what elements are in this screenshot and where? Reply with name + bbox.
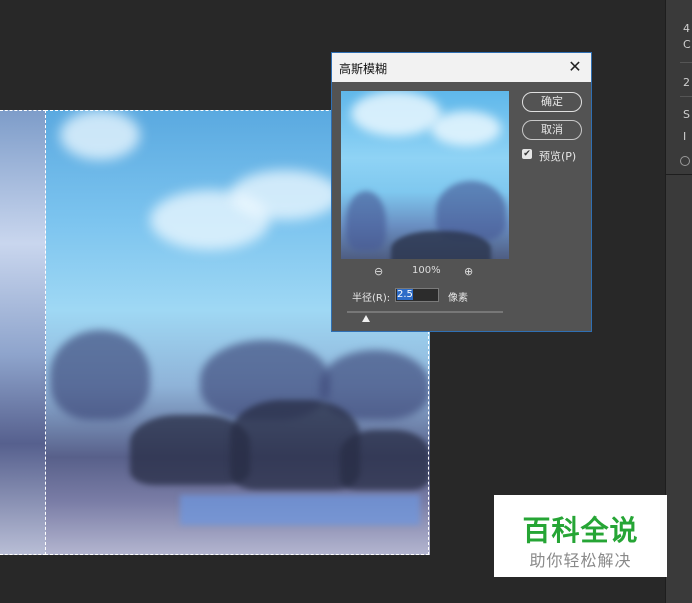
tree-shape xyxy=(346,191,386,251)
radius-unit: 像素 xyxy=(448,293,468,304)
panel-glyph: 2 xyxy=(683,76,690,89)
radio-icon[interactable] xyxy=(680,156,690,166)
gaussian-blur-dialog: 高斯模糊 ✕ 确定 取消 ✔ 预览(P) ⊖ 100% ⊕ 半径(R): 2.5… xyxy=(331,52,592,332)
zoom-in-icon[interactable]: ⊕ xyxy=(464,265,473,278)
dialog-titlebar[interactable]: 高斯模糊 ✕ xyxy=(332,53,591,82)
zoom-controls: ⊖ 100% ⊕ xyxy=(372,265,482,279)
right-panel-strip: 4 C 2 S I xyxy=(665,0,692,603)
preview-checkbox[interactable]: ✔ xyxy=(522,149,532,159)
panel-glyph: 4 xyxy=(683,22,690,35)
radius-label: 半径(R): xyxy=(352,293,391,304)
marquee-edge xyxy=(0,554,46,555)
blur-preview-image[interactable] xyxy=(341,91,509,259)
dialog-title: 高斯模糊 xyxy=(339,62,388,76)
watermark-subtitle: 助你轻松解决 xyxy=(529,551,632,570)
watermark-title: 百科全说 xyxy=(522,514,639,547)
left-tree-region xyxy=(0,110,46,555)
close-icon[interactable]: ✕ xyxy=(565,57,585,77)
zoom-value: 100% xyxy=(412,265,441,276)
ok-button[interactable]: 确定 xyxy=(522,92,582,112)
radius-value: 2.5 xyxy=(397,289,413,300)
panel-divider xyxy=(666,174,692,175)
panel-glyph: S xyxy=(683,108,690,121)
radius-slider-track[interactable] xyxy=(347,311,503,313)
radius-input[interactable]: 2.5 xyxy=(395,288,439,302)
cloud-shape xyxy=(431,111,501,146)
panel-separator xyxy=(680,96,692,97)
preview-checkbox-label: 预览(P) xyxy=(539,150,577,163)
rock-shape xyxy=(391,231,491,259)
radius-slider-thumb[interactable] xyxy=(362,315,370,322)
panel-glyph: C xyxy=(683,38,691,51)
marquee-edge xyxy=(0,110,46,111)
panel-separator xyxy=(680,62,692,63)
panel-glyph: I xyxy=(683,130,687,143)
cancel-button[interactable]: 取消 xyxy=(522,120,582,140)
cloud-shape xyxy=(351,91,441,136)
watermark-logo: 百科全说 助你轻松解决 xyxy=(494,495,667,577)
zoom-out-icon[interactable]: ⊖ xyxy=(374,265,383,278)
